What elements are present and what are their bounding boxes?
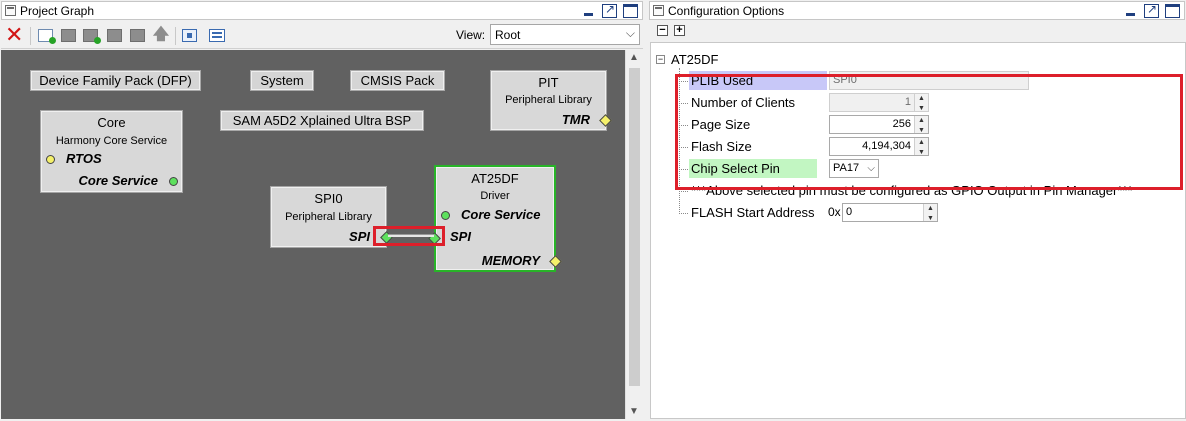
- spinner-icon[interactable]: [923, 204, 937, 221]
- at25df-title: AT25DF: [471, 171, 519, 186]
- tree-collapse-icon[interactable]: −: [656, 55, 665, 64]
- tree-line: [679, 213, 688, 214]
- expand-all-icon[interactable]: +: [674, 25, 685, 36]
- pit-component[interactable]: PIT Peripheral Library TMR: [490, 70, 612, 131]
- float-window-icon[interactable]: [1144, 2, 1159, 18]
- connection-highlight-box: [373, 226, 445, 246]
- cmsis-pack-component[interactable]: CMSIS Pack: [350, 70, 445, 91]
- remove-component-icon[interactable]: ✕: [5, 24, 23, 46]
- scroll-up-icon[interactable]: ▲: [629, 52, 639, 63]
- tree-line: [679, 191, 688, 192]
- tmr-port-label: TMR: [561, 112, 590, 127]
- at25df-subtitle: Driver: [480, 190, 510, 202]
- view-select[interactable]: Root ⌵: [490, 24, 640, 45]
- collapse-all-icon[interactable]: −: [657, 25, 668, 36]
- bsp-component[interactable]: SAM A5D2 Xplained Ultra BSP: [220, 110, 424, 131]
- spi0-title: SPI0: [314, 191, 343, 206]
- at25df-core-service-port-dot[interactable]: [441, 211, 450, 220]
- core-service-port-label: Core Service: [78, 173, 159, 188]
- configuration-toolbar: − +: [649, 21, 1185, 42]
- panel-window-controls: [581, 2, 638, 19]
- view-select-value: Root: [495, 28, 521, 42]
- pit-subtitle: Peripheral Library: [505, 94, 592, 106]
- configuration-options-panel: Configuration Options − + − AT25DF PLIB …: [648, 0, 1186, 421]
- flash-start-address-field[interactable]: 0: [842, 203, 938, 222]
- graph-canvas[interactable]: Device Family Pack (DFP) System CMSIS Pa…: [1, 50, 625, 419]
- project-graph-panel: Project Graph ✕ 🡅 View: Root ⌵ Device Fa…: [0, 0, 644, 421]
- memory-port-diamond[interactable]: [549, 255, 562, 268]
- fit-to-view-icon[interactable]: [182, 29, 197, 42]
- add-to-group-icon[interactable]: [83, 29, 101, 44]
- move-up-icon[interactable]: 🡅: [152, 26, 170, 44]
- panel-window-controls: [1123, 2, 1180, 19]
- view-label: View:: [456, 28, 486, 42]
- panel-title: Configuration Options: [668, 4, 785, 18]
- rtos-port-dot[interactable]: [46, 155, 55, 164]
- window-icon: [5, 5, 16, 16]
- settings-highlight-box: [675, 74, 1183, 190]
- panel-title: Project Graph: [20, 4, 95, 18]
- new-group-icon[interactable]: [38, 29, 56, 44]
- maximize-icon[interactable]: [1165, 4, 1180, 18]
- at25df-component[interactable]: AT25DF Driver Core Service SPI MEMORY: [428, 165, 562, 272]
- minimize-icon[interactable]: [1123, 4, 1138, 18]
- minimize-icon[interactable]: [581, 4, 596, 18]
- maximize-icon[interactable]: [623, 4, 638, 18]
- core-title: Core: [97, 115, 126, 130]
- toolbar-separator: [30, 27, 31, 45]
- rtos-port-label: RTOS: [66, 151, 102, 166]
- core-component[interactable]: Core Harmony Core Service RTOS Core Serv…: [40, 110, 183, 193]
- graph-vertical-scrollbar[interactable]: ▲ ▼: [625, 50, 642, 419]
- pit-title: PIT: [538, 75, 559, 90]
- float-window-icon[interactable]: [602, 2, 617, 18]
- project-graph-header: Project Graph: [1, 1, 643, 20]
- flash-start-address-value: 0: [846, 206, 853, 218]
- system-component[interactable]: System: [250, 70, 314, 91]
- core-service-port-dot[interactable]: [169, 177, 178, 186]
- toolbar-separator: [175, 27, 176, 45]
- spi0-component[interactable]: SPI0 Peripheral Library SPI: [270, 186, 393, 248]
- move-to-group-icon[interactable]: [61, 29, 76, 42]
- at25df-core-service-port-label: Core Service: [461, 207, 541, 222]
- window-icon: [653, 5, 664, 16]
- tmr-port-diamond[interactable]: [599, 114, 612, 127]
- configuration-options-header: Configuration Options: [649, 1, 1185, 20]
- scroll-down-icon[interactable]: ▼: [629, 406, 639, 417]
- spi0-subtitle: Peripheral Library: [285, 211, 372, 223]
- remove-from-group-icon[interactable]: [107, 29, 122, 42]
- spi0-spi-port-label: SPI: [349, 229, 370, 244]
- graph-toolbar: ✕ 🡅 View: Root ⌵: [1, 21, 643, 49]
- at25df-spi-port-label: SPI: [450, 229, 471, 244]
- memory-port-label: MEMORY: [481, 253, 540, 268]
- core-subtitle: Harmony Core Service: [55, 135, 168, 147]
- export-image-icon[interactable]: [209, 29, 225, 42]
- chevron-down-icon: ⌵: [625, 26, 635, 40]
- hex-prefix: 0x: [828, 205, 841, 219]
- tree-root-at25df[interactable]: AT25DF: [671, 52, 718, 67]
- scrollbar-thumb[interactable]: [629, 68, 640, 386]
- flash-start-address-label: FLASH Start Address: [691, 205, 815, 220]
- dfp-component[interactable]: Device Family Pack (DFP): [30, 70, 201, 91]
- ungroup-icon[interactable]: [130, 29, 145, 42]
